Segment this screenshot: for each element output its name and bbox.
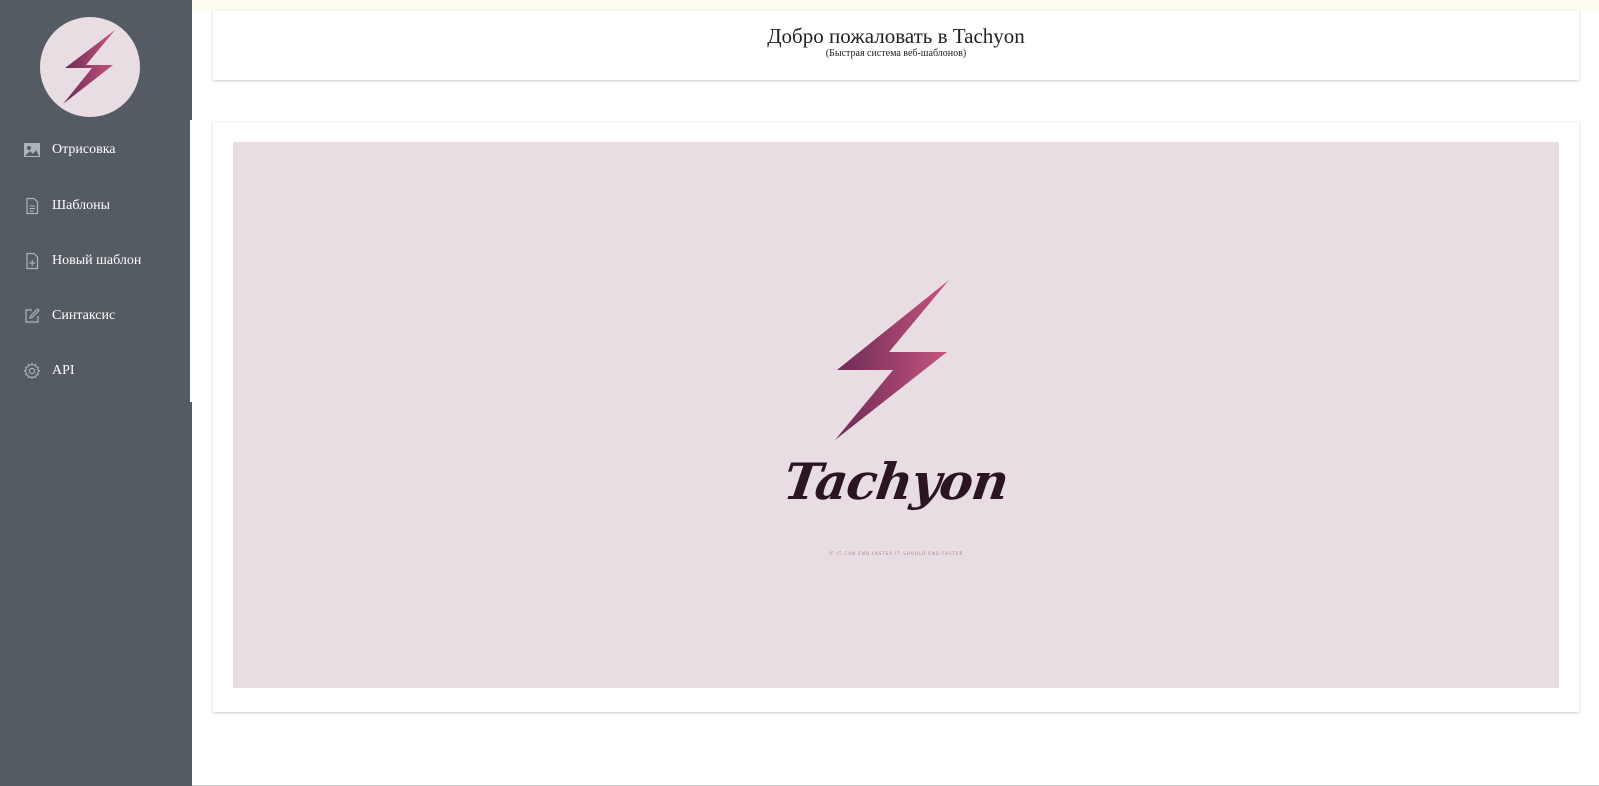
lightning-bolt-icon: [835, 280, 949, 440]
sidebar-item-api[interactable]: API: [0, 351, 192, 391]
sidebar-divider: [190, 120, 192, 402]
page-subtitle: (Быстрая система веб-шаблонов): [825, 48, 967, 59]
sidebar-item-label: Синтаксис: [52, 308, 116, 323]
sidebar: Отрисовка Шаблоны Новый шаблон Синтаксис: [0, 0, 192, 786]
image-icon: [24, 143, 40, 157]
brand-wordmark: Tachyon: [780, 452, 1012, 511]
page-title: Добро пожаловать в Tachyon: [767, 24, 1025, 48]
brand-tagline: IF IT CAN END FASTER IT SHOULD END FASTE…: [828, 551, 964, 556]
sidebar-item-label: Отрисовка: [52, 142, 116, 157]
document-icon: [26, 197, 39, 215]
lightning-bolt-icon: [63, 30, 115, 104]
header-background-strip: [192, 0, 1599, 10]
sidebar-item-new-template[interactable]: Новый шаблон: [0, 241, 192, 281]
gear-icon: [23, 362, 41, 380]
sidebar-item-templates[interactable]: Шаблоны: [0, 186, 192, 226]
app-logo[interactable]: [40, 17, 140, 117]
new-document-icon: [26, 252, 39, 270]
preview-panel: Tachyon IF IT CAN END FASTER IT SHOULD E…: [233, 142, 1559, 688]
welcome-header: Добро пожаловать в Tachyon (Быстрая сист…: [213, 10, 1579, 80]
edit-icon: [25, 308, 40, 323]
sidebar-item-render[interactable]: Отрисовка: [0, 130, 192, 170]
sidebar-item-label: Шаблоны: [52, 198, 110, 213]
sidebar-item-label: API: [52, 363, 75, 378]
sidebar-item-syntax[interactable]: Синтаксис: [0, 296, 192, 336]
main-card: Tachyon IF IT CAN END FASTER IT SHOULD E…: [213, 122, 1579, 712]
sidebar-item-label: Новый шаблон: [52, 253, 142, 268]
